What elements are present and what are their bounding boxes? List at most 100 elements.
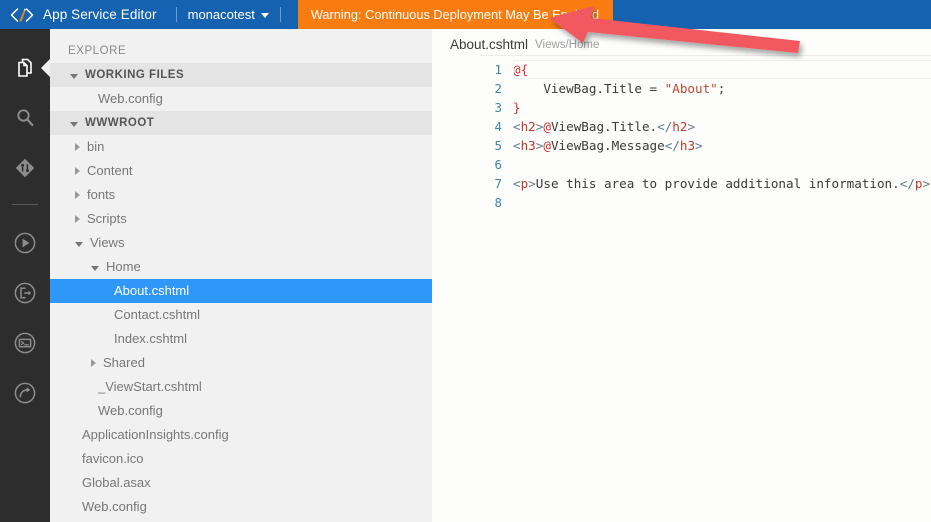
code-token: < <box>513 119 521 134</box>
section-header-label: WORKING FILES <box>85 69 185 81</box>
activity-item-restart[interactable] <box>0 368 50 418</box>
activity-item-source-control[interactable] <box>0 143 50 193</box>
tree-row[interactable]: Views <box>50 231 432 255</box>
tree-row[interactable]: ApplicationInsights.config <box>50 423 432 447</box>
folder-label: Home <box>106 259 141 274</box>
code-token: } <box>513 100 521 115</box>
section-header[interactable]: WORKING FILES <box>50 63 432 87</box>
console-circle-icon <box>12 330 38 356</box>
tree-row[interactable]: Web.config <box>50 87 432 111</box>
tree-row[interactable]: Home <box>50 255 432 279</box>
code-token: ViewBag.Title. <box>550 119 658 134</box>
file-label: Global.asax <box>82 475 151 490</box>
chevron-right-icon <box>75 215 80 223</box>
code-token: h2 <box>520 119 536 134</box>
activity-item-open-site[interactable] <box>0 268 50 318</box>
folder-label: Content <box>87 163 133 178</box>
tree-row[interactable]: Web.config <box>50 495 432 519</box>
tree-row-selected[interactable]: About.cshtml <box>50 279 432 303</box>
code-token: > <box>528 176 536 191</box>
site-picker[interactable]: monacotest <box>186 0 271 29</box>
code-token: ViewBag.Title = <box>513 81 665 96</box>
file-label: Contact.cshtml <box>114 307 200 322</box>
folder-label: Shared <box>103 355 145 370</box>
activity-item-explorer[interactable] <box>0 43 50 93</box>
titlebar-divider-2 <box>279 7 281 22</box>
file-label: favicon.ico <box>82 451 144 466</box>
folder-label: fonts <box>87 187 116 202</box>
git-icon <box>13 156 37 180</box>
line-number: 2 <box>494 81 502 96</box>
tree-row[interactable]: Scripts <box>50 207 432 231</box>
tree-row[interactable]: bin <box>50 135 432 159</box>
tree-row[interactable]: Global.asax <box>50 471 432 495</box>
activity-bar <box>0 29 50 522</box>
warning-banner[interactable]: Warning: Continuous Deployment May Be En… <box>297 0 614 29</box>
active-indicator <box>41 59 50 77</box>
code-token: @{ <box>513 62 529 77</box>
refresh-circle-icon <box>12 380 38 406</box>
editor-tab-path: Views/Home <box>535 39 600 51</box>
code-token: ViewBag.Message <box>550 138 665 153</box>
file-label: Web.config <box>98 403 163 418</box>
line-number: 6 <box>494 157 502 172</box>
titlebar-divider-1 <box>175 7 177 22</box>
tree-row[interactable]: Index.cshtml <box>50 327 432 351</box>
folder-label: Scripts <box>87 211 127 226</box>
activity-divider <box>12 204 38 205</box>
code-area[interactable]: 1 @{2 ViewBag.Title = "About"; 3} 4 <h2>@Vie… <box>480 55 931 517</box>
code-line-text: <h3>@ViewBag.Message</h3> <box>513 136 703 155</box>
brand[interactable]: App Service Editor <box>0 0 167 29</box>
code-line[interactable]: 6 <box>480 155 931 174</box>
code-token: @ <box>543 119 551 134</box>
code-token: < <box>513 176 521 191</box>
code-line[interactable]: 2 ViewBag.Title = "About"; <box>480 79 931 98</box>
search-icon <box>13 106 37 130</box>
code-token: Use this area to provide additional info… <box>535 176 900 191</box>
file-tree: WORKING FILES Web.config WWWROOT bin Content… <box>50 63 432 519</box>
chevron-down-icon <box>75 241 83 247</box>
code-token: h2 <box>672 119 688 134</box>
code-line[interactable]: 8 <box>480 193 931 212</box>
tree-row[interactable]: Contact.cshtml <box>50 303 432 327</box>
code-token: </ <box>899 176 915 191</box>
chevron-down-icon <box>70 73 78 79</box>
section-header-label: WWWROOT <box>85 117 155 129</box>
editor-tab[interactable]: About.cshtml Views/Home <box>432 29 931 55</box>
code-line[interactable]: 5 <h3>@ViewBag.Message</h3> <box>480 136 931 155</box>
activity-item-console[interactable] <box>0 318 50 368</box>
code-line[interactable]: 1 @{ <box>480 60 931 79</box>
line-number: 7 <box>494 176 502 191</box>
files-icon <box>13 56 37 80</box>
tree-row[interactable]: favicon.ico <box>50 447 432 471</box>
activity-item-search[interactable] <box>0 93 50 143</box>
chevron-right-icon <box>75 143 80 151</box>
code-line[interactable]: 7 <p>Use this area to provide additional … <box>480 174 931 193</box>
activity-item-run[interactable] <box>0 218 50 268</box>
tree-row[interactable]: _ViewStart.cshtml <box>50 375 432 399</box>
line-number: 4 <box>494 119 502 134</box>
tree-row[interactable]: Content <box>50 159 432 183</box>
chevron-right-icon <box>75 167 80 175</box>
section-header[interactable]: WWWROOT <box>50 111 432 135</box>
code-line[interactable]: 4 <h2>@ViewBag.Title.</h2> <box>480 117 931 136</box>
code-token: h3 <box>520 138 536 153</box>
file-label: ApplicationInsights.config <box>82 427 229 442</box>
tree-row[interactable]: Web.config <box>50 399 432 423</box>
chevron-down-icon <box>260 13 269 18</box>
folder-label: bin <box>87 139 105 154</box>
chevron-right-icon <box>91 359 96 367</box>
folder-label: Views <box>90 235 125 250</box>
file-label: Web.config <box>82 499 147 514</box>
code-lines[interactable]: 1 @{2 ViewBag.Title = "About"; 3} 4 <h2>@Vie… <box>480 56 931 212</box>
code-token: @ <box>543 138 551 153</box>
chevron-down-icon <box>70 121 78 127</box>
play-circle-icon <box>12 230 38 256</box>
code-line[interactable]: 3} <box>480 98 931 117</box>
tree-row[interactable]: fonts <box>50 183 432 207</box>
code-token: < <box>513 138 521 153</box>
line-number: 5 <box>494 138 502 153</box>
brand-name: App Service Editor <box>43 7 157 22</box>
tree-row[interactable]: Shared <box>50 351 432 375</box>
code-token: ; <box>717 81 726 96</box>
